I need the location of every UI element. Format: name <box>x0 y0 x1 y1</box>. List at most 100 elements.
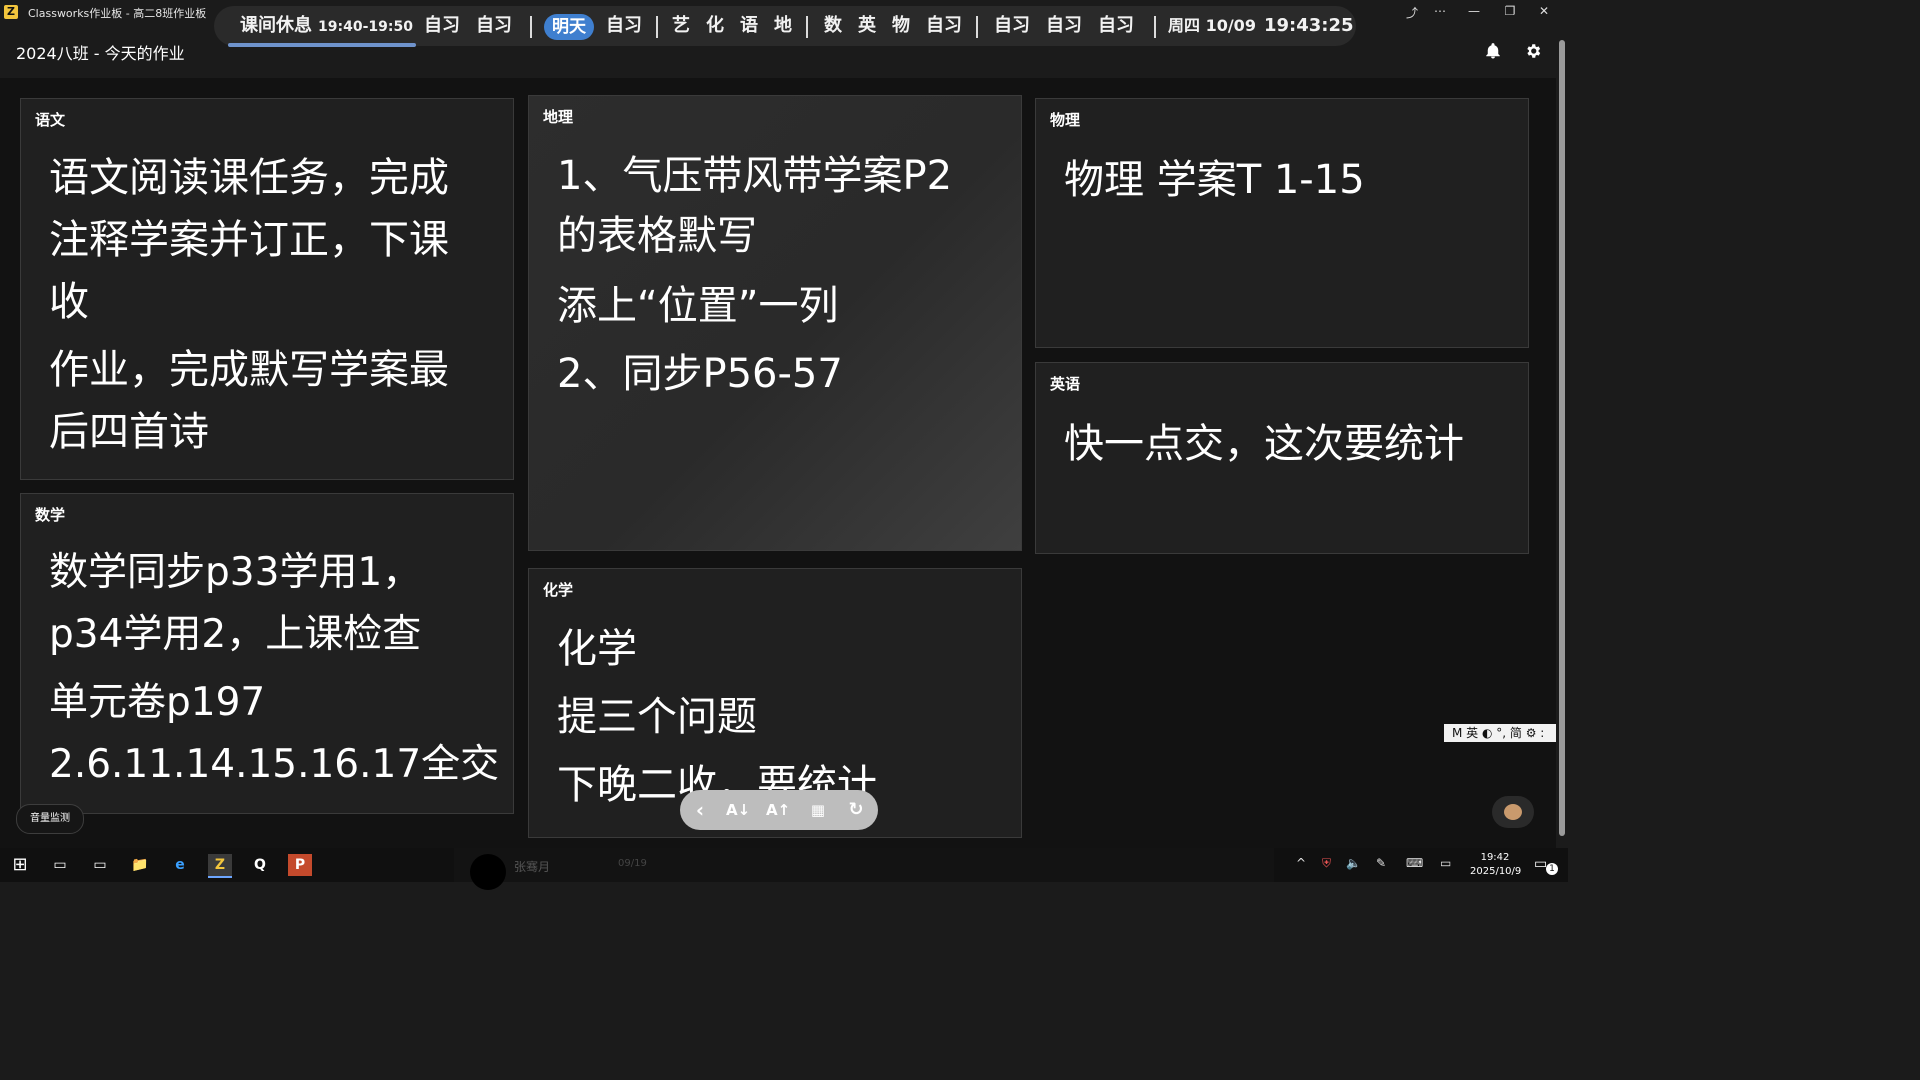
refresh-button[interactable]: ↻ <box>844 798 868 822</box>
tomorrow-period: 自习 <box>926 15 962 36</box>
tomorrow-period: 艺 <box>672 15 690 36</box>
scroll-thumb[interactable] <box>1559 40 1565 836</box>
show-hidden-icons[interactable]: ^ <box>1296 856 1306 870</box>
tomorrow-period: 自习 <box>994 15 1030 36</box>
security-icon[interactable]: ⛨ <box>1322 856 1331 871</box>
today-period: 自习 <box>476 15 512 36</box>
tomorrow-period: 自习 <box>1098 15 1134 36</box>
schedule-divider <box>1154 16 1156 38</box>
display-icon[interactable]: ▭ <box>1440 856 1451 870</box>
taskbar-preview-area: 张骞月 09/19 <box>454 848 1274 890</box>
close-button[interactable]: ✕ <box>1534 4 1554 18</box>
schedule-divider <box>976 16 978 38</box>
powerpoint-icon[interactable]: P <box>288 854 312 876</box>
gear-icon[interactable] <box>1522 42 1544 64</box>
bell-icon[interactable] <box>1482 42 1504 64</box>
card-subject: 物理 <box>1050 111 1081 129</box>
tomorrow-period: 物 <box>892 15 910 36</box>
card-content: 1、气压带风带学案P2 的表格默写 添上“位置”一列 2、同步P56-57 <box>557 146 952 408</box>
content-line: 快一点交，这次要统计 <box>1064 421 1464 467</box>
content-line: 单元卷p197 <box>49 680 266 725</box>
keyboard-icon[interactable]: ⌨ <box>1406 856 1423 870</box>
font-decrease-button[interactable]: A↓ <box>726 798 750 822</box>
windows-taskbar: ⊞ ▭ ▭ 📁 e Z Q P 张骞月 09/19 ^ ⛨ 🔈 ✎ ⌨ ▭ 19… <box>0 848 1568 890</box>
tomorrow-period: 化 <box>706 15 724 36</box>
schedule-divider <box>530 16 532 38</box>
classworks-app-icon[interactable]: Z <box>208 854 232 878</box>
content-line: 注释学案并订正，下课 <box>49 217 449 263</box>
tomorrow-period: 语 <box>740 15 758 36</box>
tomorrow-badge: 明天 <box>544 14 594 40</box>
content-line: 化学 <box>557 626 637 672</box>
qq-icon[interactable]: Q <box>248 854 272 876</box>
calendar-button[interactable]: ▦ <box>806 798 830 822</box>
card-subject: 英语 <box>1050 375 1081 393</box>
content-line: 物理 学案T 1-15 <box>1064 157 1365 203</box>
back-button[interactable]: ‹ <box>688 798 712 822</box>
avatar-button[interactable] <box>1492 796 1534 828</box>
ime-toolbar[interactable]: M 英 ◐ °, 简 ⚙ : <box>1444 724 1568 742</box>
tomorrow-period: 地 <box>774 15 792 36</box>
start-button-icon[interactable]: ⊞ <box>8 854 32 876</box>
current-period: 课间休息 19:40-19:50 <box>240 14 413 39</box>
homework-card-english[interactable]: 英语 快一点交，这次要统计 <box>1035 362 1529 554</box>
user-avatar <box>470 854 506 890</box>
card-subject: 地理 <box>543 108 574 126</box>
card-subject: 语文 <box>35 111 66 129</box>
taskbar-clock[interactable]: 19:42 2025/10/9 <box>1470 851 1522 879</box>
pen-icon[interactable]: ✎ <box>1376 856 1386 870</box>
card-content: 物理 学案T 1-15 <box>1064 149 1365 211</box>
period-progress-bar <box>228 43 416 47</box>
tomorrow-period: 数 <box>824 15 842 36</box>
font-increase-button[interactable]: A↑ <box>766 798 790 822</box>
user-date: 09/19 <box>618 858 647 869</box>
weekday-date: 周四 10/09 <box>1168 16 1256 35</box>
file-explorer-icon[interactable]: 📁 <box>128 854 152 876</box>
floating-toolbar: ‹ A↓ A↑ ▦ ↻ <box>680 790 878 830</box>
content-line: 后四首诗 <box>49 409 209 455</box>
taskbar-time: 19:42 <box>1480 852 1510 863</box>
minimize-button[interactable]: — <box>1464 4 1484 18</box>
card-content: 语文阅读课任务，完成 注释学案并订正，下课 收 作业，完成默写学案最 后四首诗 <box>49 147 449 463</box>
user-name: 张骞月 <box>514 860 551 874</box>
app-icon-monitor[interactable]: ▭ <box>88 854 112 876</box>
content-line: 作业，完成默写学案最 <box>49 347 449 393</box>
homework-card-geography[interactable]: 地理 1、气压带风带学案P2 的表格默写 添上“位置”一列 2、同步P56-57 <box>528 95 1022 551</box>
page-title: 2024八班 - 今天的作业 <box>16 44 185 63</box>
homework-card-physics[interactable]: 物理 物理 学案T 1-15 <box>1035 98 1529 348</box>
class-schedule-bar: 课间休息 19:40-19:50 自习 自习 明天 自习 艺 化 语 地 数 英 … <box>214 6 1356 47</box>
vertical-scrollbar[interactable] <box>1556 26 1568 848</box>
today-period: 自习 <box>424 15 460 36</box>
task-view-icon[interactable]: ▭ <box>48 854 72 876</box>
pin-icon[interactable]: ⤴ <box>1402 4 1422 21</box>
more-options-icon[interactable]: ⋯ <box>1430 4 1450 18</box>
app-icon: Z <box>4 5 18 19</box>
clock: 19:43:25 <box>1264 15 1354 36</box>
card-subject: 数学 <box>35 506 66 524</box>
edge-browser-icon[interactable]: e <box>168 854 192 876</box>
current-period-time: 19:40-19:50 <box>318 19 413 35</box>
homework-card-math[interactable]: 数学 数学同步p33学用1， p34学用2，上课检查 单元卷p197 2.6.1… <box>20 493 514 814</box>
card-content: 化学 提三个问题 下晚二收，要统计 <box>557 615 877 819</box>
content-line: 语文阅读课任务，完成 <box>49 155 449 201</box>
content-line: 2、同步P56-57 <box>557 351 843 397</box>
card-subject: 化学 <box>543 581 574 599</box>
tomorrow-period: 英 <box>858 15 876 36</box>
taskbar-date: 2025/10/9 <box>1470 866 1522 877</box>
window-title: Classworks作业板 - 高二8班作业板 <box>28 7 207 20</box>
content-line: 的表格默写 <box>557 213 757 259</box>
maximize-button[interactable]: ❐ <box>1500 4 1520 18</box>
content-line: p34学用2，上课检查 <box>49 612 422 657</box>
volume-icon[interactable]: 🔈 <box>1346 856 1361 870</box>
content-line: 数学同步p33学用1， <box>49 550 422 595</box>
current-period-label: 课间休息 <box>240 15 312 36</box>
tomorrow-period: 自习 <box>1046 15 1082 36</box>
content-line: 2.6.11.14.15.16.17全交 <box>49 742 500 787</box>
card-content: 快一点交，这次要统计 <box>1064 413 1464 475</box>
notification-count: 1 <box>1546 863 1558 875</box>
volume-monitor-button[interactable]: 音量监测 <box>16 804 84 834</box>
content-line: 1、气压带风带学案P2 <box>557 153 953 199</box>
avatar <box>1504 804 1522 820</box>
homework-card-chinese[interactable]: 语文 语文阅读课任务，完成 注释学案并订正，下课 收 作业，完成默写学案最 后四… <box>20 98 514 480</box>
card-content: 数学同步p33学用1， p34学用2，上课检查 单元卷p197 2.6.11.1… <box>49 542 499 796</box>
